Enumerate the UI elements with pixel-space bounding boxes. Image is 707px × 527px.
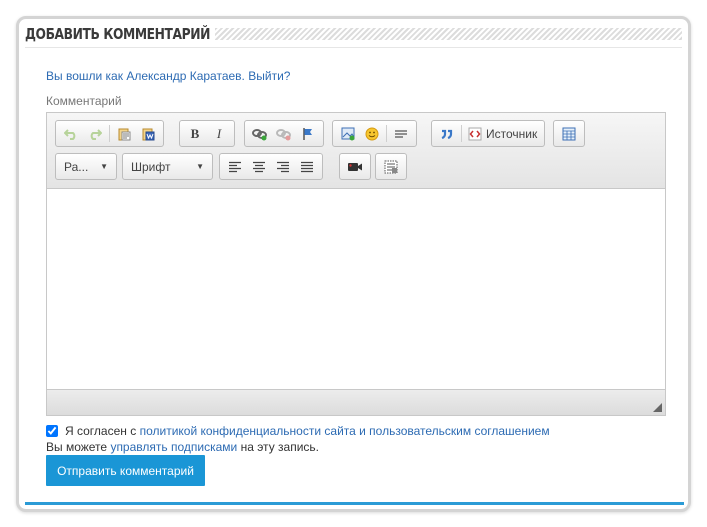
paste-word-icon: [142, 128, 155, 140]
italic-button[interactable]: I: [207, 123, 231, 144]
link-button[interactable]: [248, 123, 272, 144]
justify-icon: [301, 161, 313, 172]
subscriptions-suffix: на эту запись.: [240, 440, 319, 454]
undo-icon: [64, 128, 76, 140]
source-button[interactable]: Источник: [464, 123, 541, 144]
user-link[interactable]: Александр Каратаев: [126, 69, 241, 83]
submit-comment-button[interactable]: Отправить комментарий: [46, 455, 205, 486]
comment-editor-area[interactable]: [47, 190, 665, 390]
show-blocks-button[interactable]: [379, 156, 403, 177]
title-hatch-decoration: [215, 28, 682, 40]
table-button[interactable]: [557, 123, 581, 144]
format-combo[interactable]: Ра... ▼: [55, 153, 117, 180]
toolbar-group-basic-styles: B I: [179, 120, 235, 147]
toolbar-group-tools: [375, 153, 407, 180]
font-combo-value: Шрифт: [131, 159, 171, 174]
video-camera-icon: [348, 162, 362, 171]
redo-icon: [90, 128, 102, 140]
login-prefix: Вы вошли как: [46, 69, 123, 83]
smiley-button[interactable]: [360, 123, 384, 144]
login-status: Вы вошли как Александр Каратаев. Выйти?: [46, 69, 291, 83]
rich-text-editor: B I Источник Ра... ▼ Шрифт ▼: [46, 112, 666, 416]
subscriptions-prefix: Вы можете: [46, 440, 108, 454]
quote-icon: [441, 129, 453, 139]
manage-subscriptions-link[interactable]: управлять подписками: [110, 440, 237, 454]
comment-panel: ДОБАВИТЬ КОММЕНТАРИЙ Вы вошли как Алекса…: [16, 16, 691, 512]
link-icon: [252, 128, 267, 140]
image-icon: [341, 127, 354, 140]
justify-button[interactable]: [295, 156, 319, 177]
chevron-down-icon: ▼: [100, 162, 108, 171]
format-combo-value: Ра...: [64, 159, 89, 174]
toolbar-group-blocks: Источник: [431, 120, 546, 147]
toolbar-group-insert: [332, 120, 417, 147]
toolbar-group-alignment: [219, 153, 323, 180]
accent-bottom-line: [25, 502, 684, 505]
flag-icon: [303, 127, 312, 140]
align-right-button[interactable]: [271, 156, 295, 177]
horizontal-rule-button[interactable]: [389, 123, 413, 144]
font-combo[interactable]: Шрифт ▼: [122, 153, 213, 180]
comment-label: Комментарий: [46, 94, 122, 108]
table-icon: [562, 127, 576, 140]
toolbar-group-links: [244, 120, 324, 147]
smiley-icon: [365, 127, 379, 140]
editor-statusbar: [47, 389, 665, 415]
bold-button[interactable]: B: [183, 123, 207, 144]
toolbar-group-clipboard: [55, 120, 164, 147]
paste-word-button[interactable]: [136, 123, 160, 144]
resize-handle-icon[interactable]: [653, 403, 662, 412]
align-left-icon: [229, 161, 241, 172]
section-title: ДОБАВИТЬ КОММЕНТАРИЙ: [25, 25, 211, 43]
chevron-down-icon: ▼: [196, 162, 204, 171]
horizontal-rule-icon: [395, 129, 407, 138]
section-header: ДОБАВИТЬ КОММЕНТАРИЙ: [25, 22, 682, 46]
align-center-button[interactable]: [247, 156, 271, 177]
show-blocks-icon: [384, 160, 398, 173]
undo-button[interactable]: [59, 123, 83, 144]
anchor-button[interactable]: [296, 123, 320, 144]
privacy-policy-link[interactable]: политикой конфиденциальности сайта и пол…: [140, 424, 550, 438]
redo-button[interactable]: [83, 123, 107, 144]
blockquote-button[interactable]: [435, 123, 459, 144]
source-button-label: Источник: [486, 126, 538, 141]
align-left-button[interactable]: [223, 156, 247, 177]
source-icon: [468, 127, 482, 140]
agreement-prefix: Я согласен с: [65, 424, 137, 438]
image-button[interactable]: [336, 123, 360, 144]
subscriptions-row: Вы можете управлять подписками на эту за…: [46, 440, 319, 454]
unlink-button[interactable]: [272, 123, 296, 144]
paste-text-button[interactable]: [112, 123, 136, 144]
toolbar-group-media: [339, 153, 371, 180]
toolbar-group-table: [553, 120, 585, 147]
editor-toolbar: B I Источник Ра... ▼ Шрифт ▼: [47, 113, 665, 189]
agreement-row: Я согласен с политикой конфиденциальност…: [46, 424, 550, 438]
unlink-icon: [276, 128, 291, 140]
paste-text-icon: [118, 128, 131, 140]
align-right-icon: [277, 161, 289, 172]
logout-link[interactable]: Выйти?: [248, 69, 290, 83]
agreement-checkbox[interactable]: [46, 425, 58, 437]
align-center-icon: [253, 161, 265, 172]
title-divider: [25, 47, 682, 48]
video-button[interactable]: [343, 156, 367, 177]
